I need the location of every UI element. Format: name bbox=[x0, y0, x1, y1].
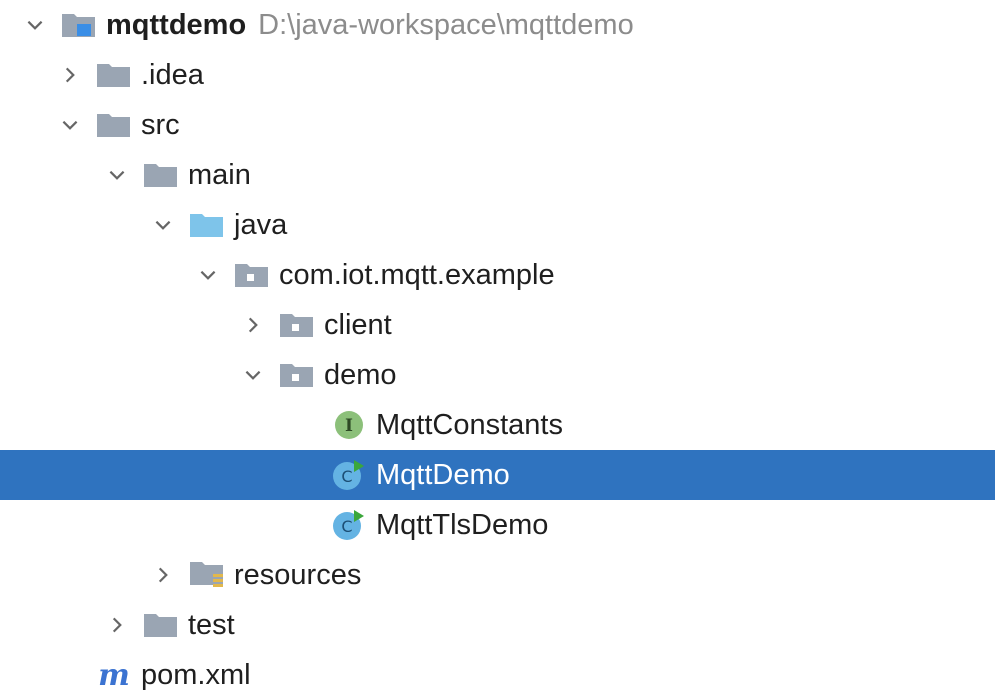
package-icon bbox=[278, 359, 316, 391]
chevron-down-icon[interactable] bbox=[55, 110, 85, 140]
folder-icon bbox=[142, 609, 180, 641]
tree-row-package-root[interactable]: com.iot.mqtt.example bbox=[0, 250, 995, 300]
tree-item-label: src bbox=[141, 108, 180, 141]
tree-item-label: MqttTlsDemo bbox=[376, 508, 549, 541]
tree-row-mqtttlsdemo[interactable]: C MqttTlsDemo bbox=[0, 500, 995, 550]
tree-row-test[interactable]: test bbox=[0, 600, 995, 650]
chevron-right-icon[interactable] bbox=[148, 560, 178, 590]
tree-row-mqttconstants[interactable]: I MqttConstants bbox=[0, 400, 995, 450]
tree-row-mqttdemo[interactable]: C MqttDemo bbox=[0, 450, 995, 500]
tree-row-pom[interactable]: m pom.xml bbox=[0, 650, 995, 693]
tree-item-label: com.iot.mqtt.example bbox=[279, 258, 555, 291]
project-path: D:\java-workspace\mqttdemo bbox=[258, 8, 634, 41]
folder-icon bbox=[142, 159, 180, 191]
maven-icon: m bbox=[95, 659, 133, 691]
tree-item-label: pom.xml bbox=[141, 658, 251, 691]
tree-item-label: demo bbox=[324, 358, 397, 391]
source-folder-icon bbox=[188, 209, 226, 241]
folder-icon bbox=[95, 109, 133, 141]
tree-item-label: MqttDemo bbox=[376, 458, 510, 491]
tree-row-demo[interactable]: demo bbox=[0, 350, 995, 400]
tree-row-idea[interactable]: .idea bbox=[0, 50, 995, 100]
tree-row-client[interactable]: client bbox=[0, 300, 995, 350]
svg-text:I: I bbox=[345, 416, 353, 436]
tree-item-label: test bbox=[188, 608, 235, 641]
resources-folder-icon bbox=[188, 559, 226, 591]
tree-row-main[interactable]: main bbox=[0, 150, 995, 200]
package-icon bbox=[233, 259, 271, 291]
tree-item-label: java bbox=[234, 208, 288, 241]
tree-item-label: resources bbox=[234, 558, 362, 591]
chevron-down-icon[interactable] bbox=[238, 360, 268, 390]
package-icon bbox=[278, 309, 316, 341]
runnable-class-icon: C bbox=[330, 459, 368, 491]
project-name: mqttdemo bbox=[106, 8, 247, 41]
tree-item-label: main bbox=[188, 158, 251, 191]
svg-text:C: C bbox=[341, 467, 352, 486]
project-tree: mqttdemo D:\java-workspace\mqttdemo .ide… bbox=[0, 0, 995, 693]
chevron-down-icon[interactable] bbox=[193, 260, 223, 290]
tree-row-java[interactable]: java bbox=[0, 200, 995, 250]
svg-text:m: m bbox=[98, 659, 130, 691]
chevron-right-icon[interactable] bbox=[55, 60, 85, 90]
chevron-right-icon[interactable] bbox=[102, 610, 132, 640]
tree-row-src[interactable]: src bbox=[0, 100, 995, 150]
chevron-down-icon[interactable] bbox=[20, 10, 50, 40]
runnable-class-icon: C bbox=[330, 509, 368, 541]
tree-item-label: .idea bbox=[141, 58, 204, 91]
tree-row-root[interactable]: mqttdemo D:\java-workspace\mqttdemo bbox=[0, 0, 995, 50]
interface-icon: I bbox=[330, 409, 368, 441]
svg-text:C: C bbox=[341, 517, 352, 536]
project-folder-icon bbox=[60, 9, 98, 41]
chevron-down-icon[interactable] bbox=[102, 160, 132, 190]
tree-item-label: client bbox=[324, 308, 392, 341]
chevron-right-icon[interactable] bbox=[238, 310, 268, 340]
folder-icon bbox=[95, 59, 133, 91]
tree-row-resources[interactable]: resources bbox=[0, 550, 995, 600]
tree-item-label: MqttConstants bbox=[376, 408, 563, 441]
chevron-down-icon[interactable] bbox=[148, 210, 178, 240]
